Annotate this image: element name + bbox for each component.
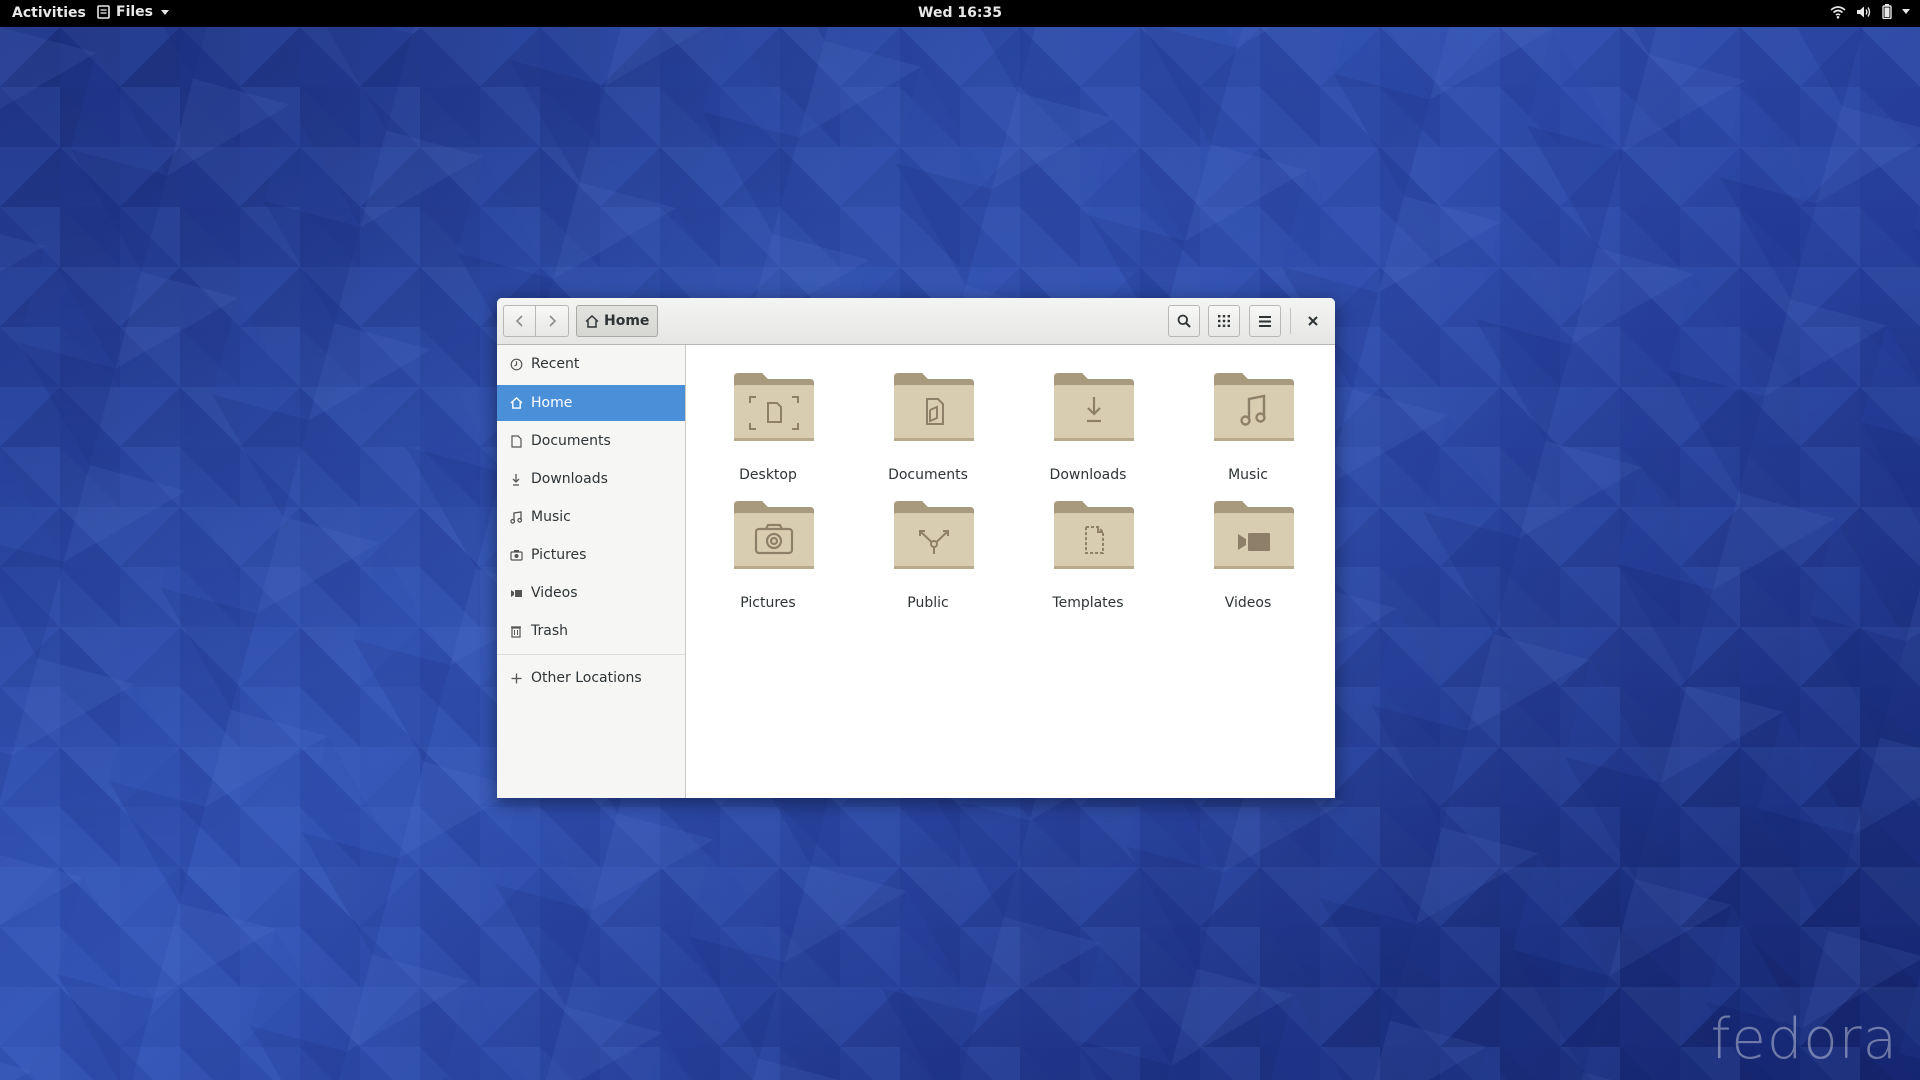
clock[interactable]: Wed 16:35 (918, 5, 1002, 21)
file-item-label: Desktop (739, 467, 797, 483)
downloads-folder-icon (1054, 373, 1134, 441)
sidebar-item-label: Trash (531, 623, 568, 639)
sidebar-separator (497, 654, 685, 655)
chevron-left-icon (515, 315, 523, 327)
file-item-music[interactable]: Music (1178, 359, 1318, 483)
wifi-icon (1830, 5, 1846, 19)
sidebar-item-music[interactable]: Music (497, 499, 685, 535)
forward-button[interactable] (536, 305, 569, 337)
search-icon (1177, 314, 1191, 328)
grid-view-icon (1218, 315, 1230, 327)
trash-icon (509, 624, 523, 638)
chevron-down-icon (161, 9, 169, 15)
header-bar: Home (497, 298, 1335, 345)
file-item-public[interactable]: Public (858, 487, 998, 611)
chevron-down-icon (1902, 9, 1910, 14)
close-window-button[interactable] (1297, 305, 1329, 337)
sidebar-item-videos[interactable]: Videos (497, 575, 685, 611)
sidebar-item-label: Videos (531, 585, 578, 601)
volume-icon (1857, 6, 1871, 17)
top-bar: Activities Files Wed 16:35 (0, 0, 1920, 27)
fedora-watermark: fedora (1710, 1007, 1898, 1072)
search-button[interactable] (1168, 305, 1200, 337)
file-item-label: Music (1228, 467, 1268, 483)
files-window: Home Recent Home Documents Downloads Mus… (497, 298, 1335, 798)
view-toggle-button[interactable] (1208, 305, 1240, 337)
path-bar-label: Home (604, 313, 650, 329)
music-folder-icon (1214, 373, 1294, 441)
video-icon (509, 586, 523, 600)
file-item-label: Videos (1224, 595, 1272, 611)
sidebar-item-label: Other Locations (531, 670, 642, 686)
file-item-templates[interactable]: Templates (1018, 487, 1158, 611)
file-item-label: Pictures (740, 595, 796, 611)
file-item-label: Public (907, 595, 949, 611)
music-icon (509, 510, 523, 524)
videos-folder-icon (1214, 501, 1294, 569)
menu-button[interactable] (1249, 305, 1281, 337)
clock-icon (509, 357, 523, 371)
sidebar-item-pictures[interactable]: Pictures (497, 537, 685, 573)
sidebar-item-label: Home (531, 395, 573, 411)
header-separator (1290, 308, 1291, 334)
download-icon (509, 472, 523, 486)
activities-button[interactable]: Activities (12, 5, 86, 21)
system-status-menu[interactable] (1830, 4, 1910, 19)
battery-icon (1882, 4, 1892, 19)
sidebar-item-label: Downloads (531, 471, 608, 487)
chevron-right-icon (549, 315, 557, 327)
app-menu-label: Files (116, 4, 153, 20)
desktop-folder-icon (734, 373, 814, 441)
sidebar-item-home[interactable]: Home (497, 385, 685, 421)
close-icon (1308, 316, 1318, 326)
sidebar-item-documents[interactable]: Documents (497, 423, 685, 459)
file-item-pictures[interactable]: Pictures (698, 487, 838, 611)
file-item-documents[interactable]: Documents (858, 359, 998, 483)
file-item-label: Documents (888, 467, 968, 483)
sidebar-item-downloads[interactable]: Downloads (497, 461, 685, 497)
navigation-buttons (503, 305, 569, 337)
hamburger-menu-icon (1259, 315, 1271, 327)
document-icon (509, 434, 523, 448)
files-app-icon (97, 5, 110, 19)
pictures-folder-icon (734, 501, 814, 569)
camera-icon (509, 548, 523, 562)
documents-folder-icon (894, 373, 974, 441)
sidebar-item-other-locations[interactable]: Other Locations (497, 660, 685, 696)
sidebar-item-label: Recent (531, 356, 580, 372)
file-item-desktop[interactable]: Desktop (698, 359, 838, 483)
app-menu-button[interactable]: Files (97, 4, 169, 20)
home-icon (509, 396, 523, 410)
sidebar-item-label: Pictures (531, 547, 587, 563)
file-item-label: Downloads (1049, 467, 1127, 483)
file-icon-grid: Desktop Documents Downloads Music Pictur… (687, 345, 1335, 798)
sidebar-item-label: Documents (531, 433, 611, 449)
file-item-downloads[interactable]: Downloads (1018, 359, 1158, 483)
file-item-videos[interactable]: Videos (1178, 487, 1318, 611)
sidebar-item-trash[interactable]: Trash (497, 613, 685, 649)
back-button[interactable] (503, 305, 536, 337)
home-icon (585, 314, 599, 328)
file-item-label: Templates (1052, 595, 1124, 611)
path-bar-home-button[interactable]: Home (576, 305, 659, 337)
sidebar-item-label: Music (531, 509, 571, 525)
templates-folder-icon (1054, 501, 1134, 569)
sidebar-item-recent[interactable]: Recent (497, 346, 685, 382)
places-sidebar: Recent Home Documents Downloads Music Pi… (497, 345, 686, 798)
public-folder-icon (894, 501, 974, 569)
plus-icon (509, 671, 523, 685)
